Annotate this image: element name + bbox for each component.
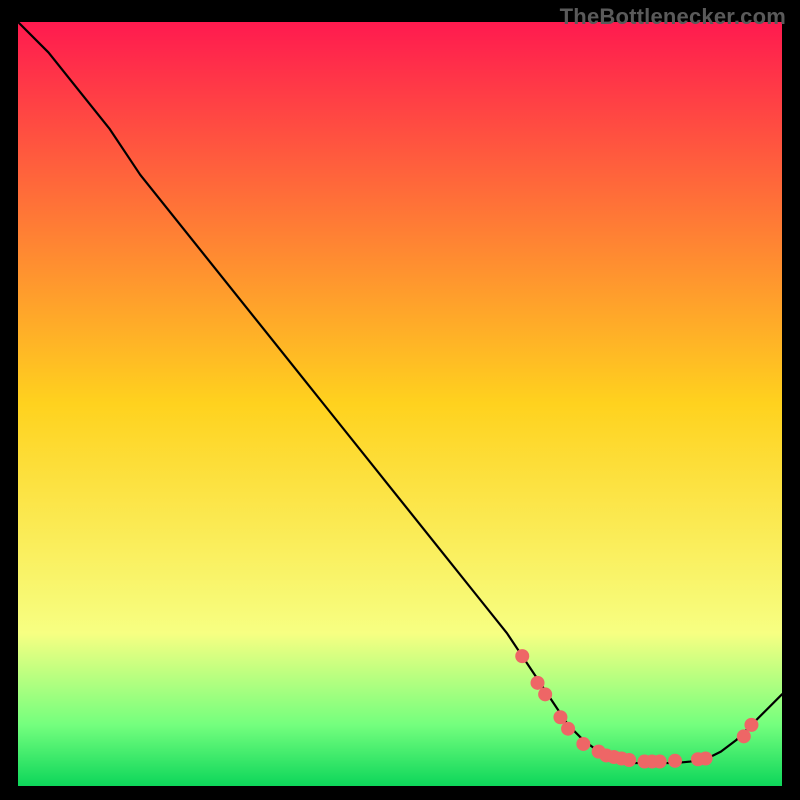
data-marker	[515, 649, 529, 663]
data-marker	[538, 687, 552, 701]
data-marker	[699, 752, 713, 766]
data-marker	[561, 722, 575, 736]
data-marker	[622, 753, 636, 767]
data-marker	[668, 754, 682, 768]
data-marker	[576, 737, 590, 751]
watermark-text: TheBottlenecker.com	[560, 4, 786, 30]
plot-area	[18, 22, 782, 786]
data-marker	[737, 729, 751, 743]
gradient-background	[18, 22, 782, 786]
data-marker	[531, 676, 545, 690]
data-marker	[653, 755, 667, 769]
chart-stage: TheBottlenecker.com	[0, 0, 800, 800]
chart-svg	[18, 22, 782, 786]
data-marker	[553, 710, 567, 724]
data-marker	[744, 718, 758, 732]
